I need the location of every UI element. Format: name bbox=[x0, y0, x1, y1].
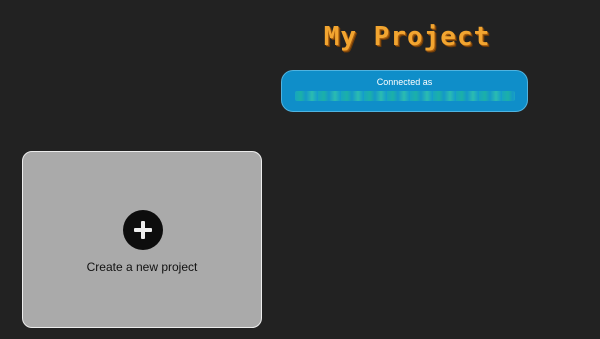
create-project-card[interactable]: Create a new project bbox=[22, 151, 262, 328]
wallet-connection-badge[interactable]: Connected as bbox=[281, 70, 528, 112]
plus-icon[interactable] bbox=[123, 210, 163, 250]
wallet-address bbox=[294, 91, 515, 101]
wallet-label: Connected as bbox=[376, 77, 433, 87]
page-title: My Project bbox=[323, 22, 491, 52]
plus-icon-vertical bbox=[141, 221, 145, 239]
create-project-label: Create a new project bbox=[86, 260, 198, 274]
